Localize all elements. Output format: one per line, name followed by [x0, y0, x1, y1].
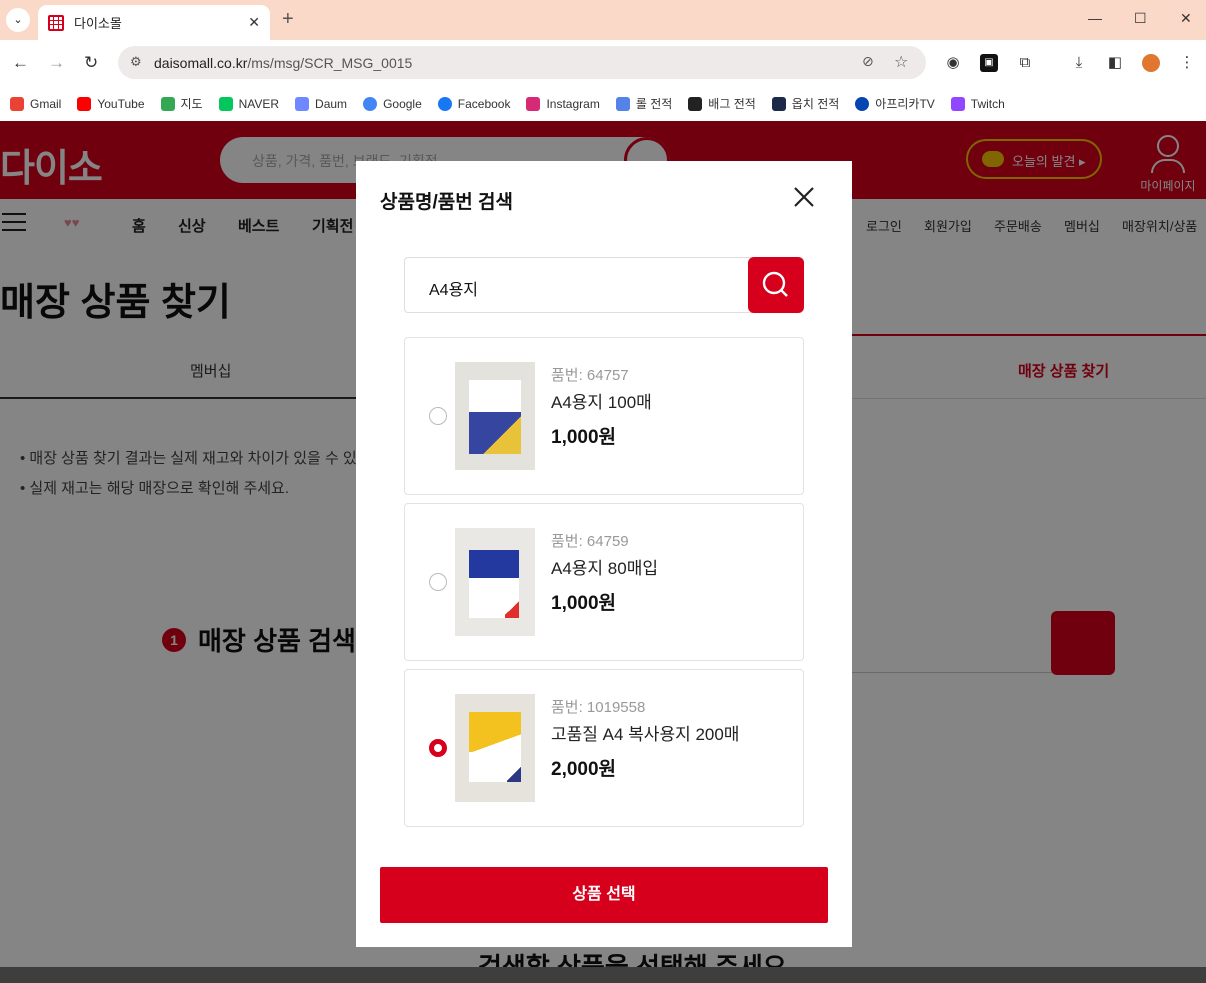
bookmark-overwatch[interactable]: 옵치 전적: [771, 95, 839, 112]
product-card[interactable]: 품번: 1019558 고품질 A4 복사용지 200매 2,000원: [404, 669, 804, 827]
product-card[interactable]: 품번: 64757 A4용지 100매 1,000원: [404, 337, 804, 495]
product-name: A4용지 100매: [551, 393, 652, 412]
opgg-icon: [615, 96, 630, 111]
product-thumbnail: [455, 362, 535, 470]
url-path: /ms/msg/SCR_MSG_0015: [247, 54, 413, 71]
daum-icon: [295, 96, 310, 111]
product-name: A4용지 80매입: [551, 559, 658, 578]
product-radio[interactable]: [429, 407, 447, 425]
extensions-puzzle-icon[interactable]: ⧉: [1016, 54, 1034, 72]
product-price: 1,000원: [551, 427, 617, 448]
menu-icon[interactable]: ⋮: [1178, 54, 1196, 72]
browser-tab[interactable]: 다이소몰 ✕: [38, 5, 270, 40]
modal-search-button[interactable]: [748, 257, 804, 313]
bookmark-pubg[interactable]: 배그 전적: [688, 95, 756, 112]
afreecatv-icon: [855, 96, 870, 111]
bookmark-lol[interactable]: 롤 전적: [615, 95, 672, 112]
overwatch-icon: [771, 96, 786, 111]
camera-icon[interactable]: ◉: [944, 54, 962, 72]
reload-icon[interactable]: ↻: [84, 53, 98, 73]
close-window-button[interactable]: ✕: [1180, 10, 1192, 27]
minimize-button[interactable]: —: [1088, 10, 1102, 26]
bookmark-google[interactable]: Google: [363, 96, 422, 111]
tab-title: 다이소몰: [74, 16, 122, 31]
site-info-icon[interactable]: ⚙: [130, 54, 142, 70]
bookmark-afreecatv[interactable]: 아프리카TV: [855, 95, 935, 112]
bookmark-maps[interactable]: 지도: [160, 95, 203, 112]
back-icon[interactable]: ←: [12, 53, 29, 73]
product-name: 고품질 A4 복사용지 200매: [551, 725, 740, 744]
download-icon[interactable]: ⤓: [1070, 54, 1088, 72]
modal-search-value: A4용지: [429, 282, 479, 299]
package-corner: [507, 766, 521, 782]
side-panel-icon[interactable]: ◧: [1106, 54, 1124, 72]
maps-icon: [160, 96, 175, 111]
maximize-button[interactable]: ☐: [1134, 10, 1147, 27]
close-icon[interactable]: [792, 185, 816, 209]
extension-icon[interactable]: ▣: [980, 54, 998, 72]
new-tab-button[interactable]: +: [282, 8, 294, 31]
tab-search-button[interactable]: ⌄: [6, 8, 30, 32]
product-code: 품번: 1019558: [551, 699, 646, 716]
address-bar[interactable]: ⚙ daisomall.co.kr/ms/msg/SCR_MSG_0015 ⊘ …: [118, 46, 926, 79]
product-search-modal: 상품명/품번 검색 A4용지 품번: 64757 A4용지 100매 1,000…: [356, 161, 852, 947]
bookmark-daum[interactable]: Daum: [295, 96, 347, 111]
bookmarks-bar: Gmail YouTube 지도 NAVER Daum Google Faceb…: [0, 86, 1206, 121]
daiso-favicon-icon: [48, 14, 64, 31]
browser-toolbar: ← → ↻ ⚙ daisomall.co.kr/ms/msg/SCR_MSG_0…: [0, 40, 1206, 86]
product-price: 1,000원: [551, 593, 617, 614]
close-tab-icon[interactable]: ✕: [248, 14, 260, 31]
profile-avatar[interactable]: [1142, 54, 1160, 72]
product-radio-selected[interactable]: [429, 739, 447, 757]
pubg-icon: [688, 96, 703, 111]
gmail-icon: [10, 96, 24, 111]
naver-icon: [218, 96, 233, 111]
instagram-icon: [526, 96, 541, 111]
facebook-icon: [437, 96, 452, 111]
forward-icon[interactable]: →: [48, 53, 65, 73]
tracking-off-icon[interactable]: ⊘: [862, 53, 874, 70]
product-code: 품번: 64759: [551, 533, 629, 550]
url-host: daisomall.co.kr: [154, 54, 248, 71]
bookmark-instagram[interactable]: Instagram: [526, 96, 600, 111]
tab-strip: ⌄ 다이소몰 ✕ + — ☐ ✕: [0, 0, 1206, 40]
bookmark-youtube[interactable]: YouTube: [77, 96, 145, 111]
product-thumbnail: [455, 528, 535, 636]
google-icon: [363, 96, 378, 111]
bookmark-facebook[interactable]: Facebook: [437, 96, 510, 111]
package-stripe: [469, 712, 521, 752]
bookmark-star-icon[interactable]: ☆: [894, 52, 908, 72]
product-thumbnail: [455, 694, 535, 802]
bookmark-twitch[interactable]: Twitch: [950, 96, 1005, 111]
twitch-icon: [950, 96, 965, 111]
modal-search-input[interactable]: A4용지: [404, 257, 804, 313]
bookmark-gmail[interactable]: Gmail: [10, 96, 61, 111]
package-stripe: [469, 550, 519, 578]
package-stripe: [469, 412, 521, 454]
select-product-button[interactable]: 상품 선택: [380, 867, 828, 923]
product-card[interactable]: 품번: 64759 A4용지 80매입 1,000원: [404, 503, 804, 661]
search-icon: [762, 271, 788, 297]
product-code: 품번: 64757: [551, 367, 629, 384]
product-price: 2,000원: [551, 759, 617, 780]
package-corner: [505, 598, 519, 618]
youtube-icon: [77, 96, 92, 111]
modal-title: 상품명/품번 검색: [380, 192, 513, 213]
product-radio[interactable]: [429, 573, 447, 591]
bookmark-naver[interactable]: NAVER: [218, 96, 279, 111]
